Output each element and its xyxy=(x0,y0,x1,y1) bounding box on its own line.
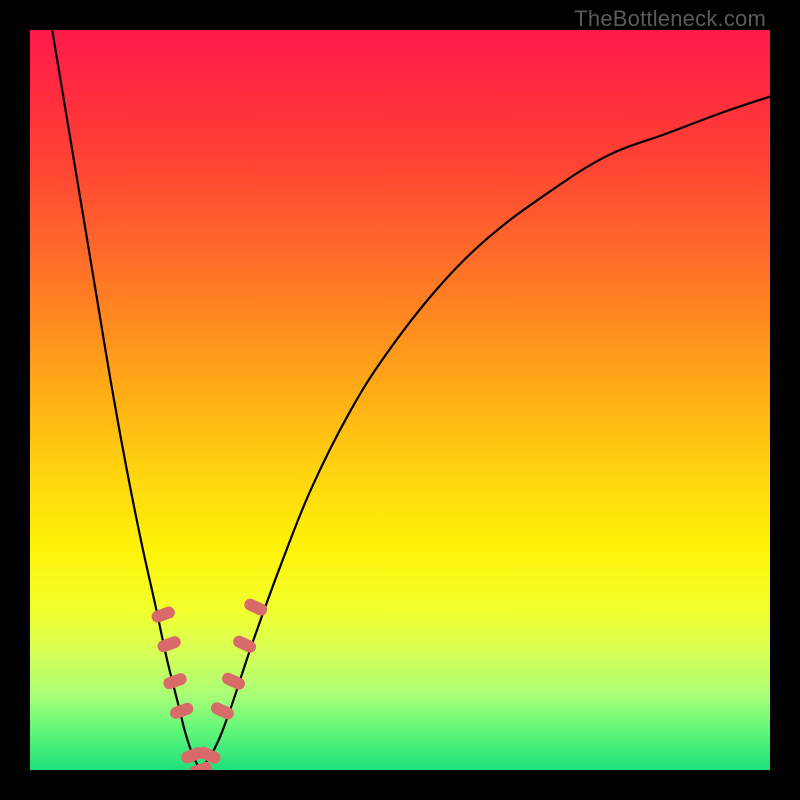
marker-group xyxy=(150,597,269,770)
curve-svg xyxy=(30,30,770,770)
curve-left-branch xyxy=(52,30,200,770)
plot-area xyxy=(30,30,770,770)
chart-frame: TheBottleneck.com xyxy=(0,0,800,800)
data-marker xyxy=(150,605,177,624)
curve-right-branch xyxy=(200,97,770,770)
data-marker xyxy=(156,634,183,653)
data-marker xyxy=(242,597,269,618)
watermark-text: TheBottleneck.com xyxy=(574,6,766,32)
